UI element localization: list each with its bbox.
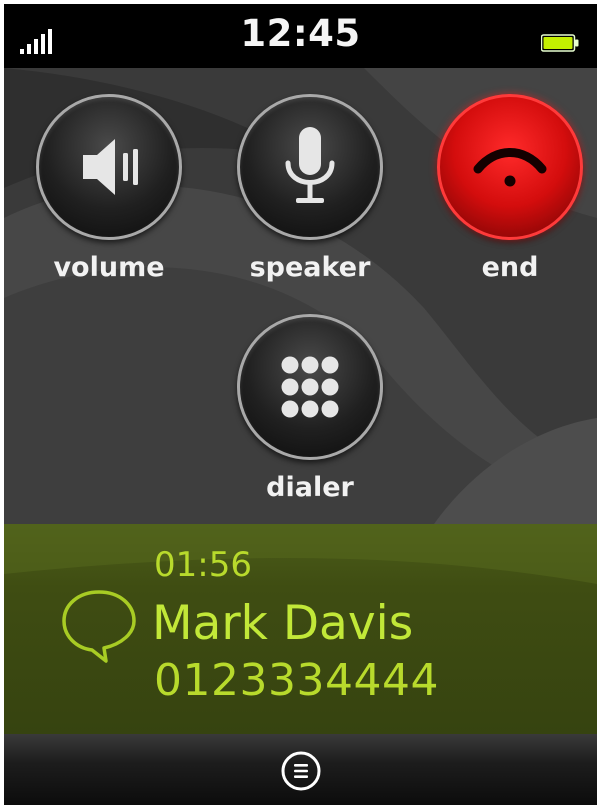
- call-duration: 01:56: [154, 545, 252, 585]
- dialer-control: dialer: [235, 314, 385, 501]
- status-bar: 12:45: [4, 4, 597, 68]
- speaker-control: speaker: [235, 94, 385, 281]
- volume-icon: [83, 139, 138, 195]
- end-label: end: [481, 252, 539, 283]
- battery-icon: [541, 34, 579, 52]
- bottom-bar: [4, 734, 597, 805]
- caller-name: Mark Davis: [152, 596, 414, 651]
- phone-screen: 12:45 volume speaker end dialer 01:56 Ma…: [4, 4, 597, 805]
- microphone-icon: [285, 127, 335, 203]
- call-controls-area: volume speaker end dialer: [4, 68, 597, 524]
- status-time: 12:45: [240, 12, 361, 55]
- speaker-button[interactable]: [237, 94, 383, 240]
- volume-label: volume: [53, 252, 165, 283]
- menu-icon[interactable]: [280, 750, 322, 792]
- volume-button[interactable]: [36, 94, 182, 240]
- end-call-button[interactable]: [437, 94, 583, 240]
- dialer-label: dialer: [266, 472, 354, 503]
- dialer-button[interactable]: [237, 314, 383, 460]
- chat-bubble-icon: [62, 590, 136, 663]
- speaker-label: speaker: [249, 252, 371, 283]
- call-info-panel: 01:56 Mark Davis 0123334444: [4, 524, 597, 734]
- volume-control: volume: [34, 94, 184, 281]
- hang-up-icon: [473, 148, 547, 187]
- end-call-control: end: [435, 94, 585, 281]
- keypad-icon: [281, 356, 339, 418]
- caller-number: 0123334444: [154, 655, 439, 706]
